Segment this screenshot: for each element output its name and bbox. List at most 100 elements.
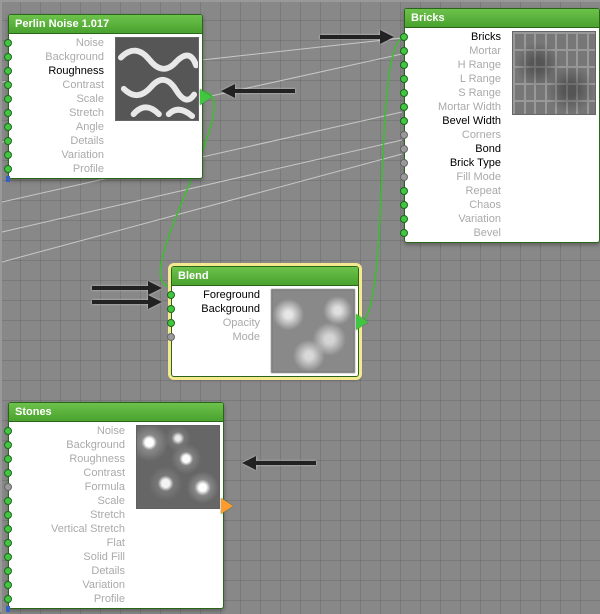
param-scale[interactable]: Scale [9,92,112,106]
param-label: Bricks [471,31,501,43]
param-corners[interactable]: Corners [405,128,509,142]
param-solid-fill[interactable]: Solid Fill [9,550,133,564]
input-port[interactable] [400,159,408,167]
param-bricks[interactable]: Bricks [405,30,509,44]
input-port[interactable] [400,61,408,69]
input-port[interactable] [4,455,12,463]
param-brick-type[interactable]: Brick Type [405,156,509,170]
input-port[interactable] [4,151,12,159]
param-chaos[interactable]: Chaos [405,198,509,212]
node-bricks[interactable]: Bricks BricksMortarH RangeL RangeS Range… [404,8,600,243]
param-profile[interactable]: Profile [9,592,133,606]
param-s-range[interactable]: S Range [405,86,509,100]
param-mode[interactable]: Mode [172,330,268,344]
output-port[interactable] [200,89,212,105]
input-port[interactable] [400,187,408,195]
param-angle[interactable]: Angle [9,120,112,134]
param-repeat[interactable]: Repeat [405,184,509,198]
input-port[interactable] [4,81,12,89]
input-port[interactable] [4,123,12,131]
input-port[interactable] [400,33,408,41]
param-roughness[interactable]: Roughness [9,64,112,78]
input-port[interactable] [4,137,12,145]
param-contrast[interactable]: Contrast [9,78,112,92]
input-port[interactable] [167,333,175,341]
node-title[interactable]: Perlin Noise 1.017 [9,15,202,34]
input-port[interactable] [400,75,408,83]
input-port[interactable] [400,173,408,181]
param-background[interactable]: Background [9,438,133,452]
param-stretch[interactable]: Stretch [9,106,112,120]
param-variation[interactable]: Variation [9,578,133,592]
node-perlin-noise[interactable]: Perlin Noise 1.017 NoiseBackgroundRoughn… [8,14,203,179]
node-title[interactable]: Blend [172,267,358,286]
param-bevel-width[interactable]: Bevel Width [405,114,509,128]
input-port[interactable] [4,39,12,47]
param-label: Flat [107,537,125,549]
param-variation[interactable]: Variation [405,212,509,226]
input-port[interactable] [4,469,12,477]
param-fill-mode[interactable]: Fill Mode [405,170,509,184]
param-label: Formula [85,481,125,493]
param-details[interactable]: Details [9,564,133,578]
input-port[interactable] [4,525,12,533]
param-foreground[interactable]: Foreground [172,288,268,302]
param-variation[interactable]: Variation [9,148,112,162]
param-contrast[interactable]: Contrast [9,466,133,480]
node-title[interactable]: Stones [9,403,223,422]
input-port[interactable] [4,427,12,435]
input-port[interactable] [400,89,408,97]
param-list: NoiseBackgroundRoughnessContrastFormulaS… [9,422,133,608]
input-port[interactable] [4,483,12,491]
param-details[interactable]: Details [9,134,112,148]
param-scale[interactable]: Scale [9,494,133,508]
output-port[interactable] [356,314,368,330]
input-port[interactable] [4,95,12,103]
input-port[interactable] [4,595,12,603]
input-port[interactable] [400,131,408,139]
input-port[interactable] [4,581,12,589]
param-formula[interactable]: Formula [9,480,133,494]
input-port[interactable] [4,67,12,75]
param-noise[interactable]: Noise [9,36,112,50]
input-port[interactable] [4,53,12,61]
param-profile[interactable]: Profile [9,162,112,176]
param-flat[interactable]: Flat [9,536,133,550]
node-blend[interactable]: Blend ForegroundBackgroundOpacityMode [171,266,359,377]
param-l-range[interactable]: L Range [405,72,509,86]
param-stretch[interactable]: Stretch [9,508,133,522]
param-mortar-width[interactable]: Mortar Width [405,100,509,114]
param-h-range[interactable]: H Range [405,58,509,72]
input-port[interactable] [4,441,12,449]
input-port[interactable] [4,165,12,173]
input-port[interactable] [400,145,408,153]
param-noise[interactable]: Noise [9,424,133,438]
input-port[interactable] [167,305,175,313]
input-port[interactable] [400,103,408,111]
input-port[interactable] [167,291,175,299]
input-port[interactable] [4,109,12,117]
input-port[interactable] [400,201,408,209]
param-bond[interactable]: Bond [405,142,509,156]
input-port[interactable] [4,567,12,575]
input-port[interactable] [400,215,408,223]
param-label: Scale [76,93,104,105]
input-port[interactable] [400,229,408,237]
param-bevel[interactable]: Bevel [405,226,509,240]
input-port[interactable] [4,539,12,547]
param-background[interactable]: Background [172,302,268,316]
input-port[interactable] [400,47,408,55]
input-port[interactable] [167,319,175,327]
param-vertical-stretch[interactable]: Vertical Stretch [9,522,133,536]
param-opacity[interactable]: Opacity [172,316,268,330]
output-port[interactable] [221,498,233,514]
node-stones[interactable]: Stones NoiseBackgroundRoughnessContrastF… [8,402,224,609]
input-port[interactable] [4,553,12,561]
param-mortar[interactable]: Mortar [405,44,509,58]
input-port[interactable] [4,497,12,505]
input-port[interactable] [400,117,408,125]
param-roughness[interactable]: Roughness [9,452,133,466]
param-background[interactable]: Background [9,50,112,64]
node-title[interactable]: Bricks [405,9,599,28]
input-port[interactable] [4,511,12,519]
